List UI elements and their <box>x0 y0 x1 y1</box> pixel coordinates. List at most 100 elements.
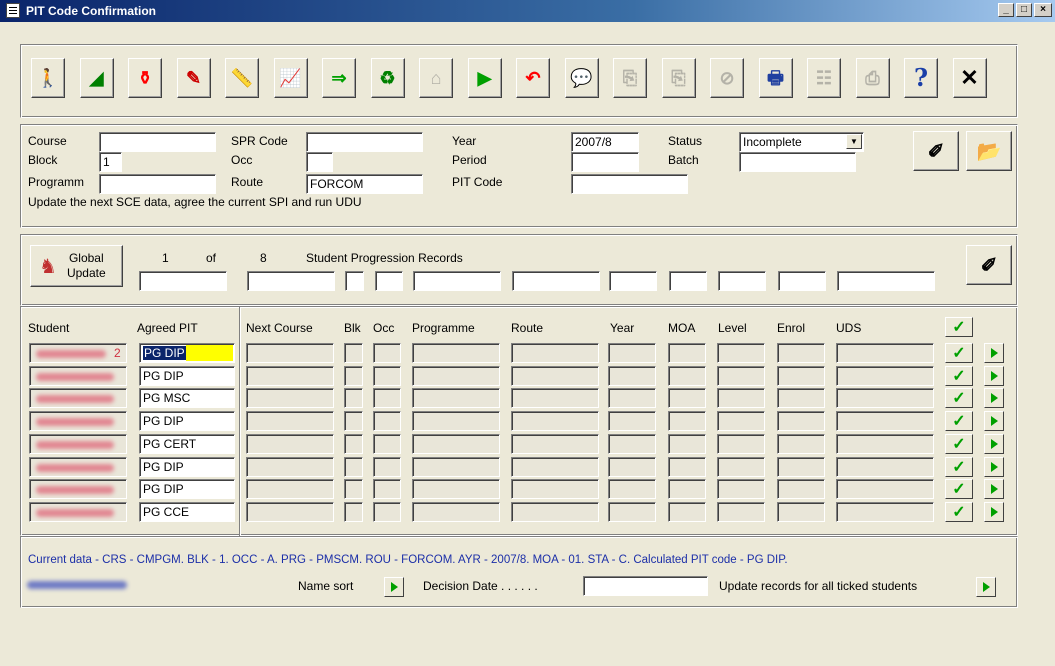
title-bar[interactable]: PIT Code Confirmation _ □ × <box>0 0 1055 22</box>
course-field[interactable] <box>99 132 216 152</box>
grid-cell[interactable] <box>668 479 706 500</box>
occ-field[interactable] <box>306 152 333 172</box>
grid-cell[interactable] <box>608 388 656 409</box>
grid-cell[interactable] <box>511 501 599 522</box>
toolbar-button-eraser[interactable]: ◢ <box>79 58 114 98</box>
grid-cell[interactable] <box>373 456 401 477</box>
global-blk-field[interactable] <box>345 271 364 291</box>
student-cell[interactable] <box>29 365 127 386</box>
toolbar-button-person[interactable]: 🚶 <box>31 58 65 98</box>
grid-cell[interactable] <box>511 365 599 386</box>
grid-cell[interactable] <box>777 411 825 432</box>
grid-cell[interactable] <box>373 501 401 522</box>
period-field[interactable] <box>571 152 639 172</box>
grid-cell[interactable] <box>608 343 656 363</box>
grid-cell[interactable] <box>836 388 934 409</box>
agreed-pit-field[interactable]: PG MSC <box>139 388 235 409</box>
grid-cell[interactable] <box>836 479 934 500</box>
toolbar-button-document[interactable]: ⎙ <box>855 58 890 98</box>
grid-cell[interactable] <box>246 388 334 409</box>
grid-cell[interactable] <box>412 456 500 477</box>
grid-cell[interactable] <box>668 411 706 432</box>
spr-code-field[interactable] <box>306 132 423 152</box>
pit-code-field[interactable] <box>571 174 688 194</box>
toolbar-button-printer[interactable]: 🖶 <box>758 58 793 98</box>
grid-cell[interactable] <box>777 433 825 454</box>
open-folder-button[interactable]: 📂 <box>966 131 1012 171</box>
global-route-field[interactable] <box>512 271 600 291</box>
tick-all-button[interactable]: ✓ <box>945 317 973 337</box>
grid-cell[interactable] <box>608 479 656 500</box>
agreed-pit-field[interactable]: PG DIP <box>139 456 235 477</box>
chevron-down-icon[interactable]: ▼ <box>846 134 862 149</box>
grid-cell[interactable] <box>511 479 599 500</box>
agreed-pit-field[interactable]: PG DIP <box>139 479 235 500</box>
grid-cell[interactable] <box>412 411 500 432</box>
programm-field[interactable] <box>99 174 216 194</box>
maximize-button[interactable]: □ <box>1016 3 1032 17</box>
grid-cell[interactable] <box>412 433 500 454</box>
minimize-button[interactable]: _ <box>998 3 1014 17</box>
grid-cell[interactable] <box>373 388 401 409</box>
grid-cell[interactable] <box>373 479 401 500</box>
grid-cell[interactable] <box>511 433 599 454</box>
agreed-pit-field[interactable]: PG DIP <box>139 411 235 432</box>
open-row-button[interactable] <box>984 501 1004 522</box>
block-field[interactable]: 1 <box>99 152 122 172</box>
grid-cell[interactable] <box>373 343 401 363</box>
toolbar-button-copy[interactable]: ⎘ <box>613 58 647 98</box>
agreed-pit-field[interactable]: PG CERT <box>139 433 235 454</box>
global-moa-field[interactable] <box>669 271 707 291</box>
grid-cell[interactable] <box>608 433 656 454</box>
grid-cell[interactable] <box>608 501 656 522</box>
grid-cell[interactable] <box>836 411 934 432</box>
tick-row-button[interactable]: ✓ <box>945 365 973 386</box>
grid-cell[interactable] <box>373 411 401 432</box>
toolbar-button-copy2[interactable]: ⎘ <box>661 58 696 98</box>
grid-cell[interactable] <box>412 343 500 363</box>
grid-cell[interactable] <box>373 433 401 454</box>
grid-cell[interactable] <box>344 365 363 386</box>
toolbar-button-truck[interactable]: ⇒ <box>322 58 356 98</box>
grid-cell[interactable] <box>344 388 363 409</box>
tick-row-button[interactable]: ✓ <box>945 388 973 409</box>
grid-cell[interactable] <box>511 411 599 432</box>
toolbar-button-pencil[interactable]: ✎ <box>176 58 211 98</box>
global-year-field[interactable] <box>609 271 657 291</box>
grid-cell[interactable] <box>412 365 500 386</box>
open-row-button[interactable] <box>984 388 1004 409</box>
global-occ-field[interactable] <box>375 271 403 291</box>
name-sort-button[interactable] <box>384 577 404 597</box>
grid-cell[interactable] <box>717 411 765 432</box>
toolbar-button-help[interactable]: ? <box>904 58 938 98</box>
toolbar-button-puzzle[interactable]: ⌂ <box>419 58 453 98</box>
grid-cell[interactable] <box>777 388 825 409</box>
grid-cell[interactable] <box>836 501 934 522</box>
grid-cell[interactable] <box>836 365 934 386</box>
global-update-button[interactable]: ♞ Global Update <box>30 245 123 287</box>
agreed-pit-field[interactable]: PG DIP <box>139 365 235 386</box>
grid-cell[interactable] <box>344 456 363 477</box>
open-row-button[interactable] <box>984 365 1004 386</box>
grid-cell[interactable] <box>717 343 765 363</box>
toolbar-button-presenter[interactable]: 📈 <box>273 58 308 98</box>
student-cell[interactable] <box>29 433 127 454</box>
grid-cell[interactable] <box>412 388 500 409</box>
global-enrol-field[interactable] <box>778 271 826 291</box>
grid-cell[interactable] <box>668 365 706 386</box>
update-all-button[interactable] <box>976 577 996 597</box>
close-window-button[interactable]: × <box>1034 3 1052 17</box>
decision-date-field[interactable] <box>583 576 708 596</box>
grid-cell[interactable] <box>836 456 934 477</box>
grid-cell[interactable] <box>777 479 825 500</box>
grid-cell[interactable] <box>344 343 363 363</box>
grid-cell[interactable] <box>717 433 765 454</box>
grid-cell[interactable] <box>717 365 765 386</box>
open-row-button[interactable] <box>984 411 1004 432</box>
open-row-button[interactable] <box>984 479 1004 500</box>
grid-cell[interactable] <box>344 433 363 454</box>
agreed-pit-field[interactable]: PG CCE <box>139 501 235 522</box>
grid-cell[interactable] <box>246 456 334 477</box>
global-pit-field[interactable] <box>139 271 227 291</box>
grid-cell[interactable] <box>246 479 334 500</box>
